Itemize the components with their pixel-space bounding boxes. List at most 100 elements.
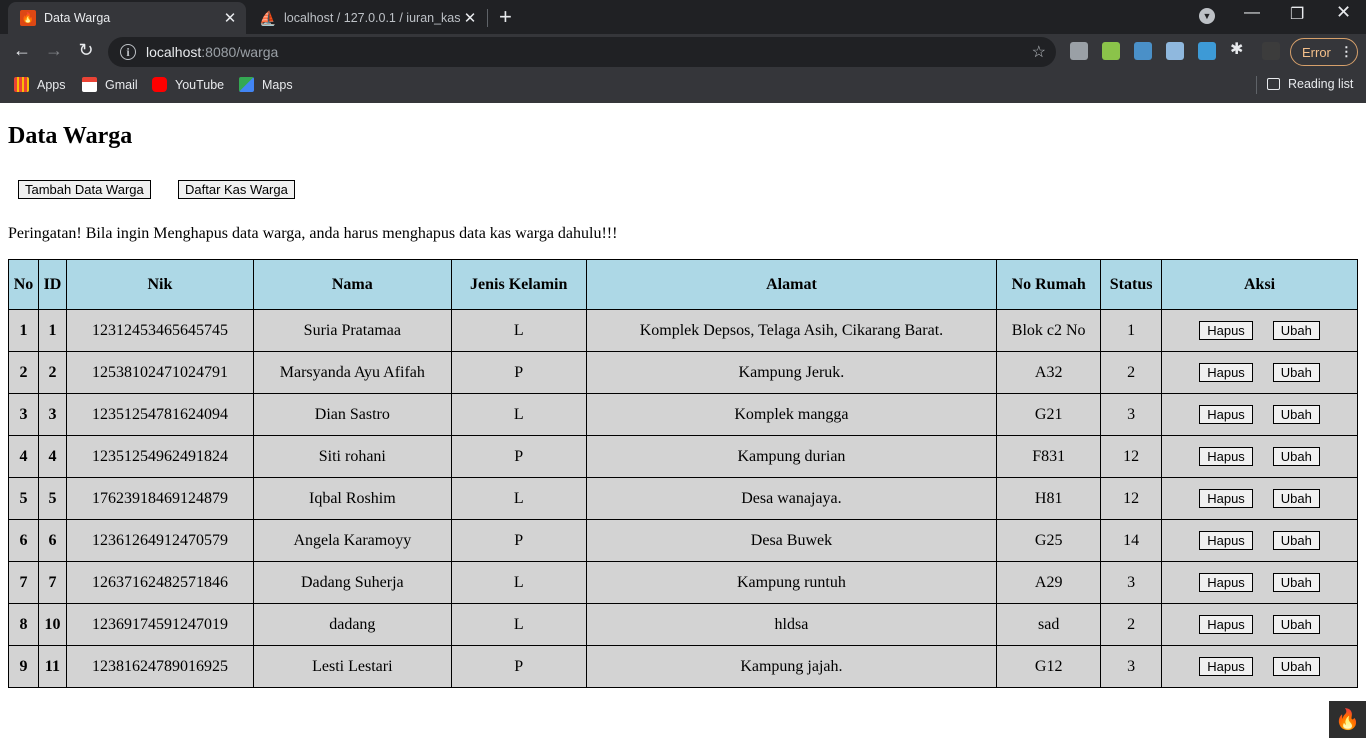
cell-jenis-kelamin: L [450,393,587,436]
tab-data-warga[interactable]: 🔥 Data Warga ✕ [8,2,246,34]
tab-title: localhost / 127.0.0.1 / iuran_kas_r [284,11,460,25]
address-bar[interactable]: i localhost:8080/warga ☆ [108,37,1056,67]
col-header-id: ID [37,259,67,310]
cell-aksi: Hapus Ubah [1161,561,1358,604]
table-row: 8 10 12369174591247019 dadang Lhldsa sad 2 Hapu… [8,603,1358,646]
edit-button[interactable]: Ubah [1272,405,1320,424]
extension-icon[interactable] [1262,42,1280,60]
forward-icon[interactable]: → [42,40,66,61]
codeigniter-icon: 🔥 [20,10,36,26]
edit-button[interactable]: Ubah [1272,573,1320,592]
cell-aksi: Hapus Ubah [1161,435,1358,478]
add-warga-button[interactable]: Tambah Data Warga [18,180,151,199]
profile-error-button[interactable]: Error ⋮ [1290,38,1358,66]
delete-button[interactable]: Hapus [1199,531,1253,550]
page-title: Data Warga [8,123,133,149]
cell-no: 2 [8,351,39,394]
cell-alamat: hldsa [585,603,998,646]
delete-button[interactable]: Hapus [1199,363,1253,382]
cell-nik: 12538102471024791 [65,351,254,394]
cell-no: 1 [8,309,39,352]
reload-icon[interactable]: ↻ [74,40,98,61]
col-header-status: Status [1100,259,1163,310]
tab-search-icon[interactable]: ▼ [1199,8,1215,24]
reading-list-icon [1267,78,1280,90]
cell-alamat: Kampung runtuh [585,561,998,604]
cell-jenis-kelamin: L [450,603,587,646]
edit-button[interactable]: Ubah [1272,363,1320,382]
edit-button[interactable]: Ubah [1272,447,1320,466]
cell-alamat: Kampung jajah. [585,645,998,688]
page-content: Data Warga Tambah Data Warga Daftar Kas … [0,103,1366,738]
bookmarks-bar: Apps Gmail YouTube Maps Reading list [0,70,1366,100]
delete-button[interactable]: Hapus [1199,573,1253,592]
cell-status: 14 [1100,519,1163,562]
bookmark-youtube[interactable]: YouTube [152,77,224,92]
bookmark-gmail[interactable]: Gmail [82,77,138,92]
browser-chrome: 🔥 Data Warga ✕ ⛵ localhost / 127.0.0.1 /… [0,0,1366,103]
edit-button[interactable]: Ubah [1272,657,1320,676]
cell-status: 12 [1100,435,1163,478]
cell-no-rumah: G12 [996,645,1102,688]
cell-nik: 17623918469124879 [65,477,254,520]
cell-aksi: Hapus Ubah [1161,393,1358,436]
reading-list-label: Reading list [1288,77,1354,91]
extension-icon[interactable] [1134,42,1152,60]
new-tab-icon[interactable]: + [499,4,512,30]
minimize-icon[interactable]: — [1244,4,1260,22]
col-header-nama: Nama [252,259,452,310]
delete-button[interactable]: Hapus [1199,405,1253,424]
extension-icon[interactable] [1198,42,1216,60]
edit-button[interactable]: Ubah [1272,489,1320,508]
edit-button[interactable]: Ubah [1272,321,1320,340]
back-icon[interactable]: ← [10,40,34,61]
cell-no-rumah: G21 [996,393,1102,436]
url-path: :8080/warga [201,44,279,60]
cell-no-rumah: G25 [996,519,1102,562]
cell-jenis-kelamin: L [450,477,587,520]
tab-title: Data Warga [44,11,111,25]
edit-button[interactable]: Ubah [1272,615,1320,634]
edit-button[interactable]: Ubah [1272,531,1320,550]
delete-button[interactable]: Hapus [1199,615,1253,634]
kas-warga-list-button[interactable]: Daftar Kas Warga [178,180,295,199]
bookmark-maps[interactable]: Maps [239,77,293,92]
cell-nama: Suria Pratamaa [252,309,452,352]
extension-icon[interactable] [1102,42,1120,60]
gmail-icon [82,77,97,92]
cell-alamat: Kampung Jeruk. [585,351,998,394]
cell-status: 3 [1100,393,1163,436]
menu-icon: ⋮ [1339,44,1353,59]
delete-button[interactable]: Hapus [1199,657,1253,676]
close-tab-icon[interactable]: ✕ [220,9,240,27]
delete-button[interactable]: Hapus [1199,321,1253,340]
bookmark-label: Gmail [105,77,138,92]
close-tab-icon[interactable]: ✕ [460,9,480,27]
puzzle-extensions-icon[interactable]: ✱ [1230,39,1248,58]
delete-button[interactable]: Hapus [1199,447,1253,466]
maps-icon [239,77,254,92]
window-close-icon[interactable]: ✕ [1336,2,1351,23]
extension-icon[interactable] [1166,42,1184,60]
codeigniter-debug-toolbar-icon[interactable]: 🔥 [1329,701,1366,738]
tab-strip: 🔥 Data Warga ✕ ⛵ localhost / 127.0.0.1 /… [0,0,1366,34]
restore-icon[interactable]: ❐ [1290,4,1304,24]
delete-button[interactable]: Hapus [1199,489,1253,508]
bookmark-label: YouTube [175,77,225,92]
extension-icon[interactable] [1070,42,1088,60]
cell-id: 11 [37,645,67,688]
cell-nama: Siti rohani [252,435,452,478]
bookmark-label: Apps [37,77,66,92]
cell-id: 5 [37,477,67,520]
warning-message: Peringatan! Bila ingin Menghapus data wa… [8,225,618,242]
tab-phpmyadmin[interactable]: ⛵ localhost / 127.0.0.1 / iuran_kas_r ✕ [248,2,486,34]
cell-alamat: Desa wanajaya. [585,477,998,520]
site-info-icon[interactable]: i [120,44,136,60]
cell-nama: Dadang Suherja [252,561,452,604]
table-row: 7 7 12637162482571846 Dadang Suherja L Kampun… [8,561,1358,604]
cell-no: 5 [8,477,39,520]
reading-list-button[interactable]: Reading list [1267,77,1353,91]
cell-nik: 12312453465645745 [65,309,254,352]
bookmark-apps[interactable]: Apps [14,77,66,92]
bookmark-star-icon[interactable]: ☆ [1032,42,1046,62]
